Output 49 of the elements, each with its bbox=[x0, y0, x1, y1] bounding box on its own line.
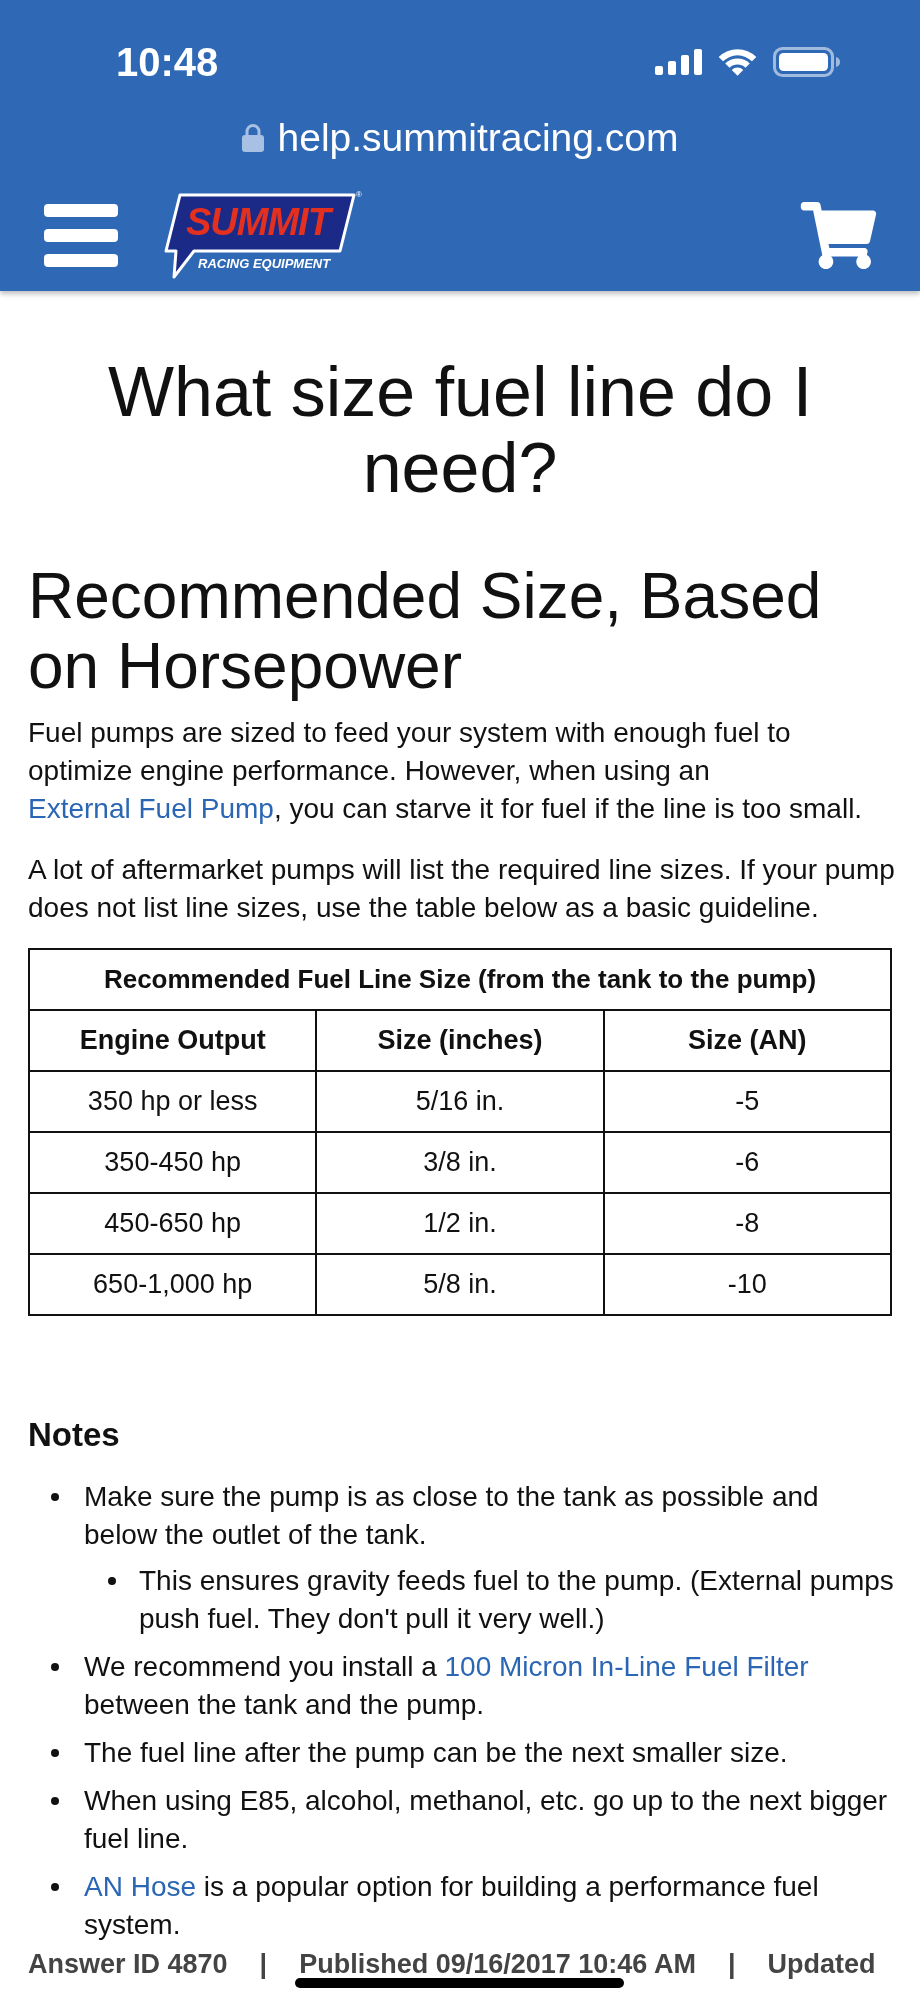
table-cell: -10 bbox=[603, 1254, 891, 1315]
body-paragraph: A lot of aftermarket pumps will list the required line sizes. If your pump does not list line sizes, use the table below as a basic guideline. bbox=[28, 853, 896, 925]
body-paragraph: Fuel pumps are sized to feed your system with enough fuel to optimize engine performance. However, when using an External Fuel Pump, you can starve it for fuel if the line is too small. bbox=[28, 716, 864, 826]
notes-heading: Notes bbox=[28, 1415, 121, 1455]
table-cell: 450-650 hp bbox=[29, 1193, 317, 1254]
text-link[interactable]: AN Hose bbox=[84, 1871, 197, 1902]
column-header: Size (inches) bbox=[316, 1010, 604, 1071]
bullet-icon bbox=[108, 1577, 116, 1585]
bullet-icon bbox=[51, 1749, 59, 1757]
lock-icon bbox=[241, 122, 264, 152]
note-text: Make sure the pump is as close to the tank as possible and below the outlet of the tank. bbox=[84, 1480, 820, 1552]
table-cell: 3/8 in. bbox=[316, 1132, 604, 1193]
cart-icon[interactable] bbox=[799, 201, 878, 269]
bullet-icon bbox=[51, 1883, 59, 1891]
text-link[interactable]: 100 Micron In-Line Fuel Filter bbox=[444, 1651, 809, 1682]
menu-icon[interactable] bbox=[44, 203, 118, 267]
table-cell: 350-450 hp bbox=[29, 1132, 317, 1193]
signal-icon bbox=[655, 49, 702, 75]
text-link[interactable]: External Fuel Pump bbox=[28, 793, 274, 824]
note-text: This ensures gravity feeds fuel to the pump. (External pumps push fuel. They don't pull it very well.) bbox=[139, 1564, 895, 1636]
address-bar-url[interactable]: help.summitracing.com bbox=[277, 117, 679, 157]
meta-text: Published 09/16/2017 10:46 AM bbox=[299, 1950, 696, 1978]
meta-text: Answer ID 4870 bbox=[28, 1950, 228, 1978]
bullet-icon bbox=[51, 1797, 59, 1805]
table-cell: -6 bbox=[603, 1132, 891, 1193]
section-heading: Recommended Size, Based on Horsepower bbox=[28, 561, 823, 701]
table-title: Recommended Fuel Line Size (from the tank to the pump) bbox=[29, 949, 891, 1010]
table-cell: 650-1,000 hp bbox=[29, 1254, 317, 1315]
column-header: Engine Output bbox=[29, 1010, 317, 1071]
table-cell: 5/16 in. bbox=[316, 1071, 604, 1132]
note-text: We recommend you install a 100 Micron In-Line Fuel Filter between the tank and the pump. bbox=[84, 1650, 810, 1722]
table-cell: -5 bbox=[603, 1071, 891, 1132]
table-cell: 350 hp or less bbox=[29, 1071, 317, 1132]
table-cell: -8 bbox=[603, 1193, 891, 1254]
table-cell: 5/8 in. bbox=[316, 1254, 604, 1315]
note-text: AN Hose is a popular option for building a performance fuel system. bbox=[84, 1870, 820, 1942]
page-title: What size fuel line do I need? bbox=[106, 354, 814, 506]
column-header: Size (AN) bbox=[603, 1010, 891, 1071]
table-cell: 1/2 in. bbox=[316, 1193, 604, 1254]
meta-text: | bbox=[727, 1950, 736, 1978]
wifi-icon bbox=[718, 48, 757, 76]
meta-text: Updated bbox=[767, 1950, 876, 1978]
note-text: When using E85, alcohol, methanol, etc. go up to the next bigger fuel line. bbox=[84, 1784, 889, 1856]
meta-text: | bbox=[259, 1950, 268, 1978]
bullet-icon bbox=[51, 1493, 59, 1501]
bullet-icon bbox=[51, 1663, 59, 1671]
battery-icon bbox=[773, 47, 840, 77]
note-text: The fuel line after the pump can be the next smaller size. bbox=[84, 1736, 788, 1770]
status-time: 10:48 bbox=[116, 42, 219, 82]
